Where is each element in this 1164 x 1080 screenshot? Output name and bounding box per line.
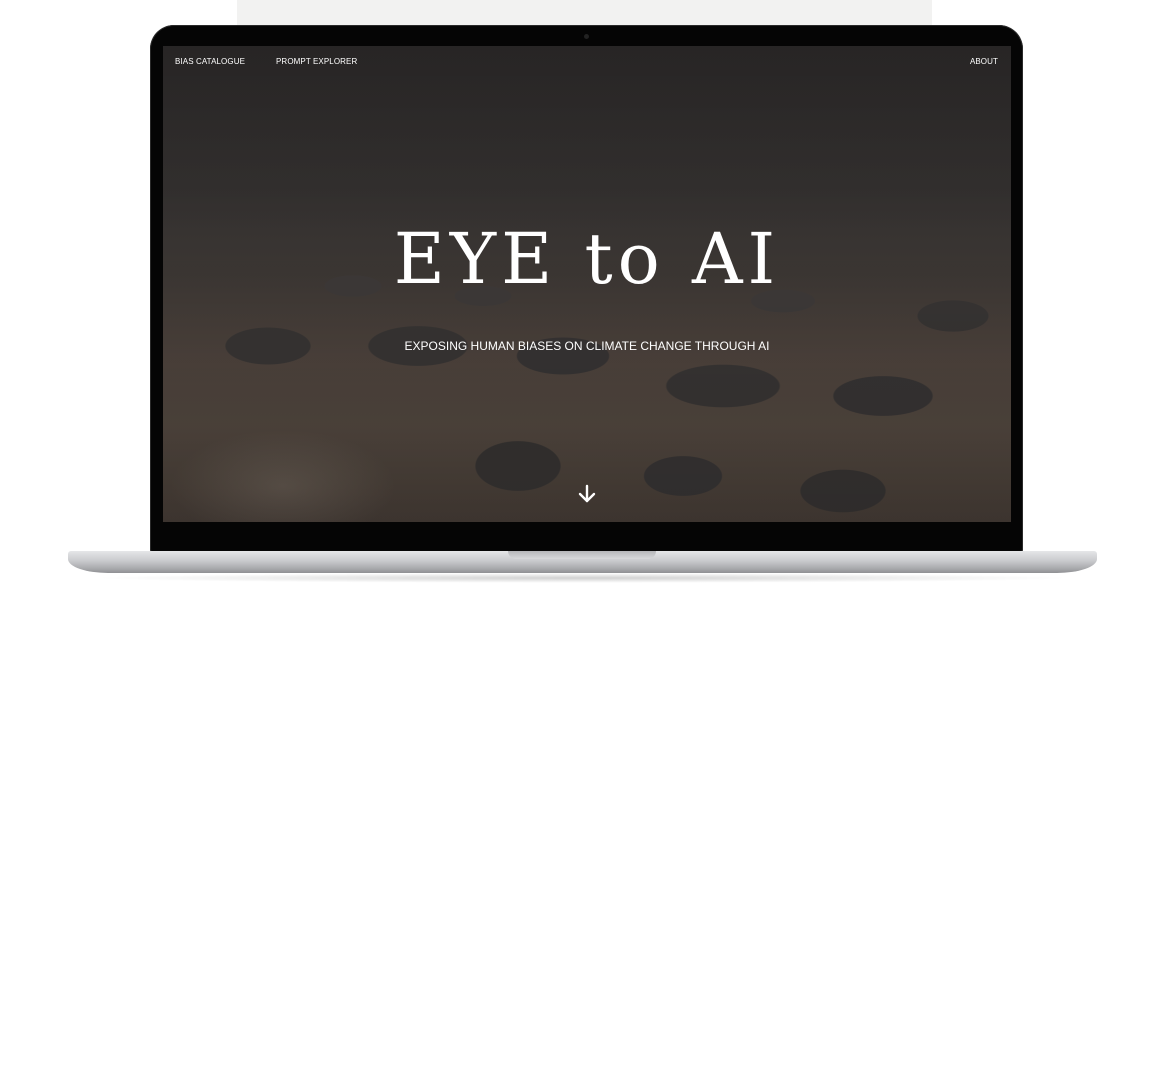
- top-navigation: BIAS CATALOGUE PROMPT EXPLORER ABOUT: [163, 46, 1011, 76]
- nav-link-prompt-explorer[interactable]: PROMPT EXPLORER: [276, 57, 357, 66]
- nav-link-bias-catalogue[interactable]: BIAS CATALOGUE: [175, 57, 245, 66]
- nav-link-about[interactable]: ABOUT: [970, 57, 998, 66]
- hero-title: EYE to AI: [393, 218, 781, 300]
- camera-icon: [584, 34, 589, 39]
- laptop-shadow: [90, 573, 1075, 583]
- arrow-down-icon[interactable]: [577, 483, 597, 505]
- laptop-base: [68, 551, 1097, 573]
- background-paper: [237, 0, 932, 28]
- website-screen: BIAS CATALOGUE PROMPT EXPLORER ABOUT EYE…: [163, 46, 1011, 522]
- laptop-opening-notch: [508, 551, 656, 559]
- hero-subtitle: EXPOSING HUMAN BIASES ON CLIMATE CHANGE …: [404, 339, 770, 353]
- laptop-bezel: BIAS CATALOGUE PROMPT EXPLORER ABOUT EYE…: [150, 25, 1023, 555]
